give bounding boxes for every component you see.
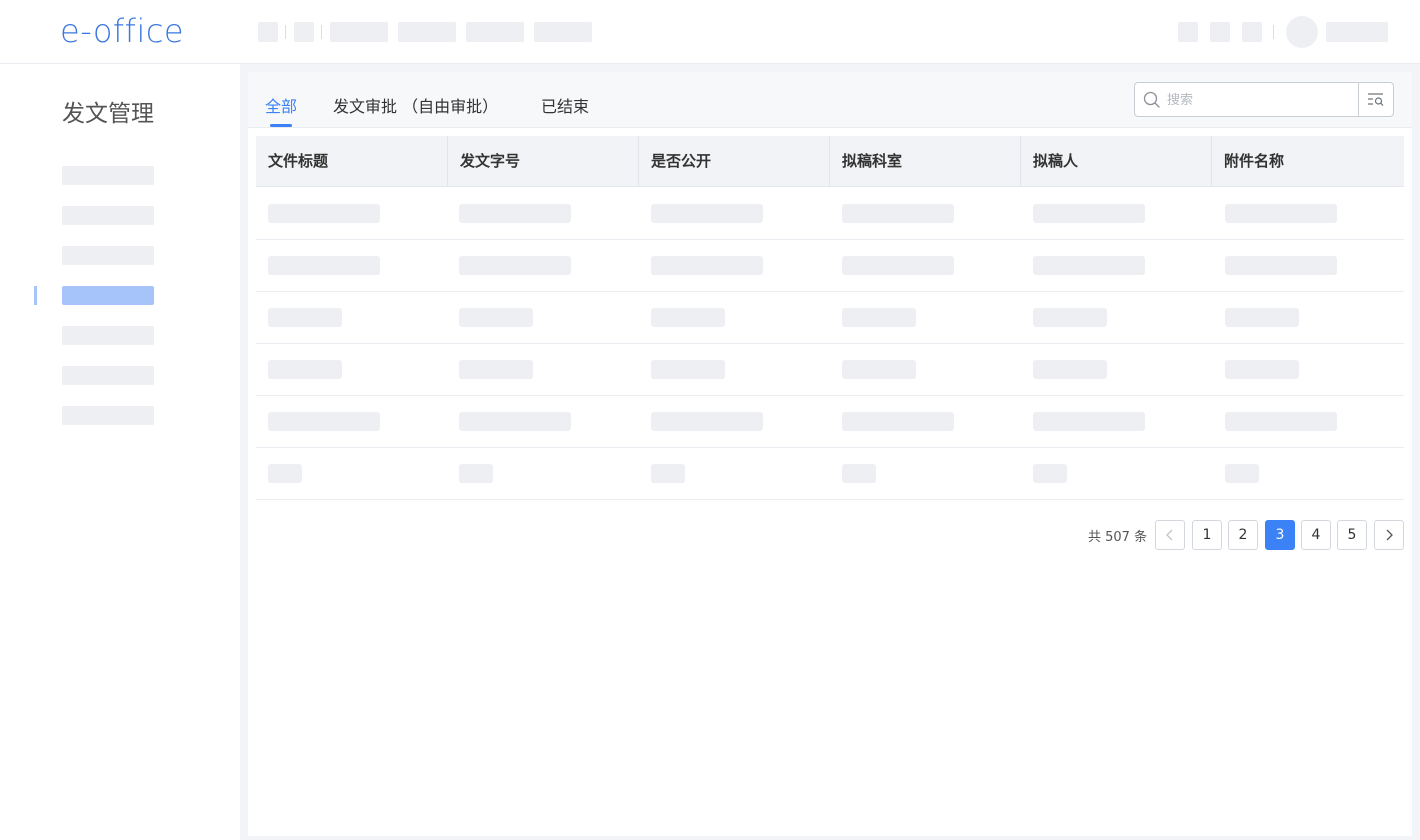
cell-placeholder xyxy=(268,360,342,379)
page-button-4[interactable]: 4 xyxy=(1301,520,1331,550)
cell-placeholder xyxy=(459,308,533,327)
cell-placeholder xyxy=(842,204,954,223)
main-panel: 全部 发文审批 （自由审批） 已结束 文件标题 发文字号 xyxy=(248,72,1412,836)
search-box xyxy=(1134,82,1394,117)
cell-placeholder xyxy=(1225,464,1259,483)
advanced-filter-button[interactable] xyxy=(1358,83,1393,116)
cell-placeholder xyxy=(268,256,380,275)
page-button-5[interactable]: 5 xyxy=(1337,520,1367,550)
chevron-right-icon xyxy=(1386,529,1393,541)
prev-page-button[interactable] xyxy=(1155,520,1185,550)
search-input[interactable] xyxy=(1167,89,1347,111)
cell-placeholder xyxy=(651,360,725,379)
tab-finished[interactable]: 已结束 xyxy=(541,93,589,117)
cell-placeholder xyxy=(842,412,954,431)
header-icon-placeholder[interactable] xyxy=(1210,22,1230,42)
total-count: 共 507 条 xyxy=(1088,530,1148,545)
page-button-2[interactable]: 2 xyxy=(1228,520,1258,550)
column-header[interactable]: 拟稿科室 xyxy=(829,136,1020,187)
tab-bar: 全部 发文审批 （自由审批） 已结束 xyxy=(248,72,1412,128)
column-header[interactable]: 文件标题 xyxy=(256,136,447,187)
divider xyxy=(1273,25,1274,39)
cell-placeholder xyxy=(1033,256,1145,275)
cell-placeholder xyxy=(842,360,916,379)
sidebar-item[interactable] xyxy=(62,206,154,225)
avatar[interactable] xyxy=(1286,16,1318,48)
cell-placeholder xyxy=(1033,360,1107,379)
sidebar-item[interactable] xyxy=(62,326,154,345)
top-nav-item-placeholder[interactable] xyxy=(398,22,456,42)
header-icon-placeholder[interactable] xyxy=(1178,22,1198,42)
cell-placeholder xyxy=(1033,412,1145,431)
table-row[interactable] xyxy=(256,396,1404,448)
divider xyxy=(285,25,286,39)
column-header[interactable]: 是否公开 xyxy=(638,136,829,187)
column-header[interactable]: 附件名称 xyxy=(1211,136,1404,187)
table-row[interactable] xyxy=(256,188,1404,240)
tab-all[interactable]: 全部 xyxy=(265,93,297,117)
table-row[interactable] xyxy=(256,344,1404,396)
top-bar: e-office xyxy=(0,0,1420,64)
sidebar-item[interactable] xyxy=(62,246,154,265)
cell-placeholder xyxy=(268,308,342,327)
cell-placeholder xyxy=(1225,256,1337,275)
app-logo[interactable]: e-office xyxy=(60,12,184,50)
cell-placeholder xyxy=(842,464,876,483)
header-icon-placeholder[interactable] xyxy=(1242,22,1262,42)
sidebar-item-active[interactable] xyxy=(62,286,154,305)
username-placeholder[interactable] xyxy=(1326,22,1388,42)
next-page-button[interactable] xyxy=(1374,520,1404,550)
cell-placeholder xyxy=(459,204,571,223)
cell-placeholder xyxy=(459,412,571,431)
divider xyxy=(321,25,322,39)
filter-search-icon xyxy=(1368,93,1384,106)
sidebar-title: 发文管理 xyxy=(62,101,154,127)
chevron-left-icon xyxy=(1166,529,1173,541)
table-header: 文件标题 发文字号 是否公开 拟稿科室 拟稿人 附件名称 xyxy=(256,136,1404,187)
cell-placeholder xyxy=(268,412,380,431)
column-header[interactable]: 发文字号 xyxy=(447,136,638,187)
page-button-1[interactable]: 1 xyxy=(1192,520,1222,550)
cell-placeholder xyxy=(1033,204,1145,223)
cell-placeholder xyxy=(268,464,302,483)
cell-placeholder xyxy=(268,204,380,223)
sidebar: 发文管理 xyxy=(0,64,240,840)
cell-placeholder xyxy=(842,308,916,327)
cell-placeholder xyxy=(1033,464,1067,483)
table-row[interactable] xyxy=(256,240,1404,292)
active-indicator xyxy=(34,286,37,305)
cell-placeholder xyxy=(651,412,763,431)
cell-placeholder xyxy=(651,308,725,327)
cell-placeholder xyxy=(1033,308,1107,327)
cell-placeholder xyxy=(842,256,954,275)
cell-placeholder xyxy=(651,256,763,275)
cell-placeholder xyxy=(459,464,493,483)
cell-placeholder xyxy=(1225,412,1337,431)
toolbar-icon-placeholder[interactable] xyxy=(294,22,314,42)
top-nav-item-placeholder[interactable] xyxy=(466,22,524,42)
cell-placeholder xyxy=(1225,360,1299,379)
search-icon xyxy=(1143,91,1160,108)
toolbar-icon-placeholder[interactable] xyxy=(258,22,278,42)
table-row[interactable] xyxy=(256,292,1404,344)
table-row[interactable] xyxy=(256,448,1404,500)
cell-placeholder xyxy=(1225,204,1337,223)
cell-placeholder xyxy=(459,256,571,275)
cell-placeholder xyxy=(1225,308,1299,327)
tab-approval[interactable]: 发文审批 （自由审批） xyxy=(333,93,498,117)
top-nav-item-placeholder[interactable] xyxy=(534,22,592,42)
cell-placeholder xyxy=(651,464,685,483)
column-header[interactable]: 拟稿人 xyxy=(1020,136,1211,187)
cell-placeholder xyxy=(459,360,533,379)
sidebar-item[interactable] xyxy=(62,406,154,425)
top-nav-item-placeholder[interactable] xyxy=(330,22,388,42)
page-button-3-current[interactable]: 3 xyxy=(1265,520,1295,550)
sidebar-item[interactable] xyxy=(62,166,154,185)
cell-placeholder xyxy=(651,204,763,223)
active-tab-underline xyxy=(270,124,292,127)
sidebar-item[interactable] xyxy=(62,366,154,385)
